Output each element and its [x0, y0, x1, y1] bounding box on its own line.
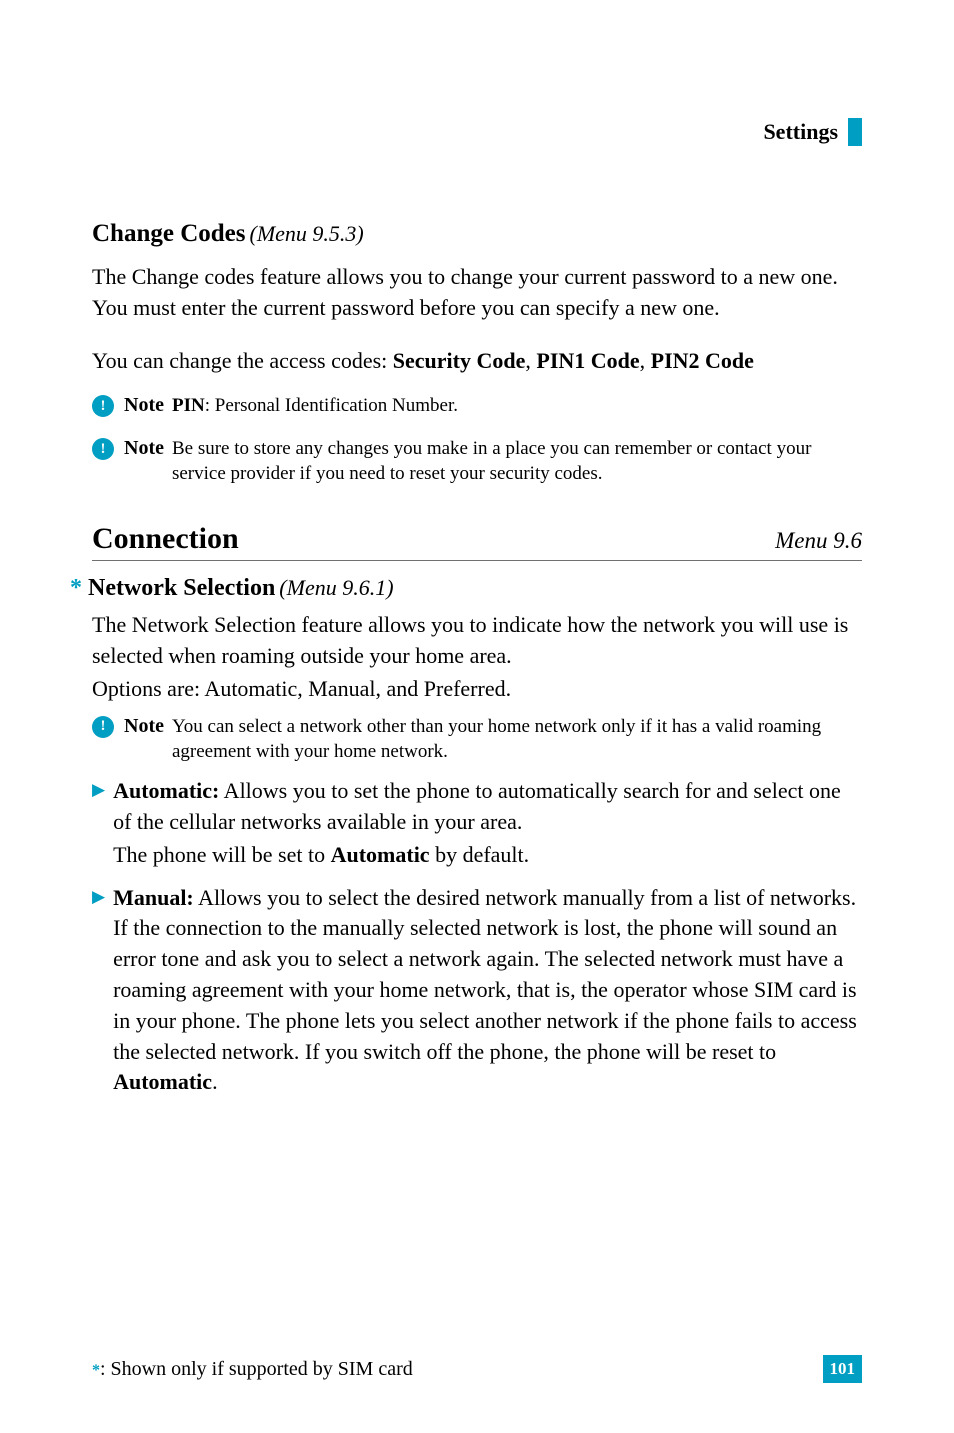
note-label: Note — [124, 394, 164, 417]
footer-note: *: Shown only if supported by SIM card — [92, 1358, 413, 1381]
network-selection-title: Network Selection — [88, 575, 275, 601]
note-pin: ! Note PIN: Personal Identification Numb… — [92, 394, 862, 419]
note-pin-rest: : Personal Identification Number. — [205, 395, 458, 416]
automatic-desc2-pre: The phone will be set to — [113, 842, 331, 867]
connection-title: Connection — [92, 522, 239, 556]
star-icon: * — [92, 1362, 100, 1379]
network-selection-heading: * Network Selection (Menu 9.6.1) — [70, 575, 862, 602]
network-para2: Options are: Automatic, Manual, and Pref… — [92, 674, 862, 705]
connection-menu-ref: Menu 9.6 — [775, 528, 862, 554]
alert-icon: ! — [92, 395, 114, 417]
manual-desc-post: . — [212, 1069, 218, 1094]
note-label: Note — [124, 437, 164, 460]
bullet-manual: ▶ Manual: Allows you to select the desir… — [92, 883, 862, 1099]
network-para1: The Network Selection feature allows you… — [92, 610, 862, 672]
note-pin-text: PIN: Personal Identification Number. — [172, 394, 458, 419]
automatic-desc2-bold: Automatic — [331, 842, 430, 867]
network-selection-body: The Network Selection feature allows you… — [92, 610, 862, 1098]
change-codes-para2-pre: You can change the access codes: — [92, 348, 393, 373]
network-selection-menu-ref: (Menu 9.6.1) — [279, 575, 393, 600]
note-pin-bold: PIN — [172, 395, 205, 416]
manual-desc-bold: Automatic — [113, 1069, 212, 1094]
footer-text: : Shown only if supported by SIM card — [100, 1358, 413, 1380]
change-codes-heading: Change Codes (Menu 9.5.3) — [92, 220, 862, 248]
note-roaming-text: You can select a network other than your… — [172, 715, 862, 764]
header-title: Settings — [763, 119, 838, 145]
automatic-text: Automatic: Allows you to set the phone t… — [113, 776, 862, 870]
pin1-code-label: PIN1 Code — [536, 348, 639, 373]
automatic-desc2-post: by default. — [430, 842, 530, 867]
star-icon: * — [70, 575, 82, 602]
change-codes-title: Change Codes — [92, 220, 246, 247]
alert-icon: ! — [92, 716, 114, 738]
page-footer: *: Shown only if supported by SIM card 1… — [92, 1355, 862, 1383]
header-accent-block — [848, 118, 862, 146]
alert-icon: ! — [92, 438, 114, 460]
security-code-label: Security Code — [393, 348, 526, 373]
manual-label: Manual: — [113, 885, 194, 910]
automatic-label: Automatic: — [113, 778, 219, 803]
triangle-bullet-icon: ▶ — [92, 780, 105, 800]
note-label: Note — [124, 715, 164, 738]
note-store-text: Be sure to store any changes you make in… — [172, 437, 862, 486]
page-content: Change Codes (Menu 9.5.3) The Change cod… — [92, 220, 862, 1098]
divider — [92, 560, 862, 561]
connection-heading: Connection Menu 9.6 — [92, 522, 862, 556]
manual-text: Manual: Allows you to select the desired… — [113, 883, 862, 1099]
note-roaming: ! Note You can select a network other th… — [92, 715, 862, 764]
change-codes-para1: The Change codes feature allows you to c… — [92, 262, 862, 324]
bullet-automatic: ▶ Automatic: Allows you to set the phone… — [92, 776, 862, 870]
note-store-changes: ! Note Be sure to store any changes you … — [92, 437, 862, 486]
triangle-bullet-icon: ▶ — [92, 887, 105, 907]
automatic-desc1: Allows you to set the phone to automatic… — [113, 778, 841, 834]
pin2-code-label: PIN2 Code — [651, 348, 754, 373]
change-codes-menu-ref: (Menu 9.5.3) — [250, 221, 364, 246]
page-header: Settings — [763, 118, 862, 146]
change-codes-para2: You can change the access codes: Securit… — [92, 346, 862, 377]
manual-desc-pre: Allows you to select the desired network… — [113, 885, 857, 1064]
page-number: 101 — [823, 1355, 863, 1383]
